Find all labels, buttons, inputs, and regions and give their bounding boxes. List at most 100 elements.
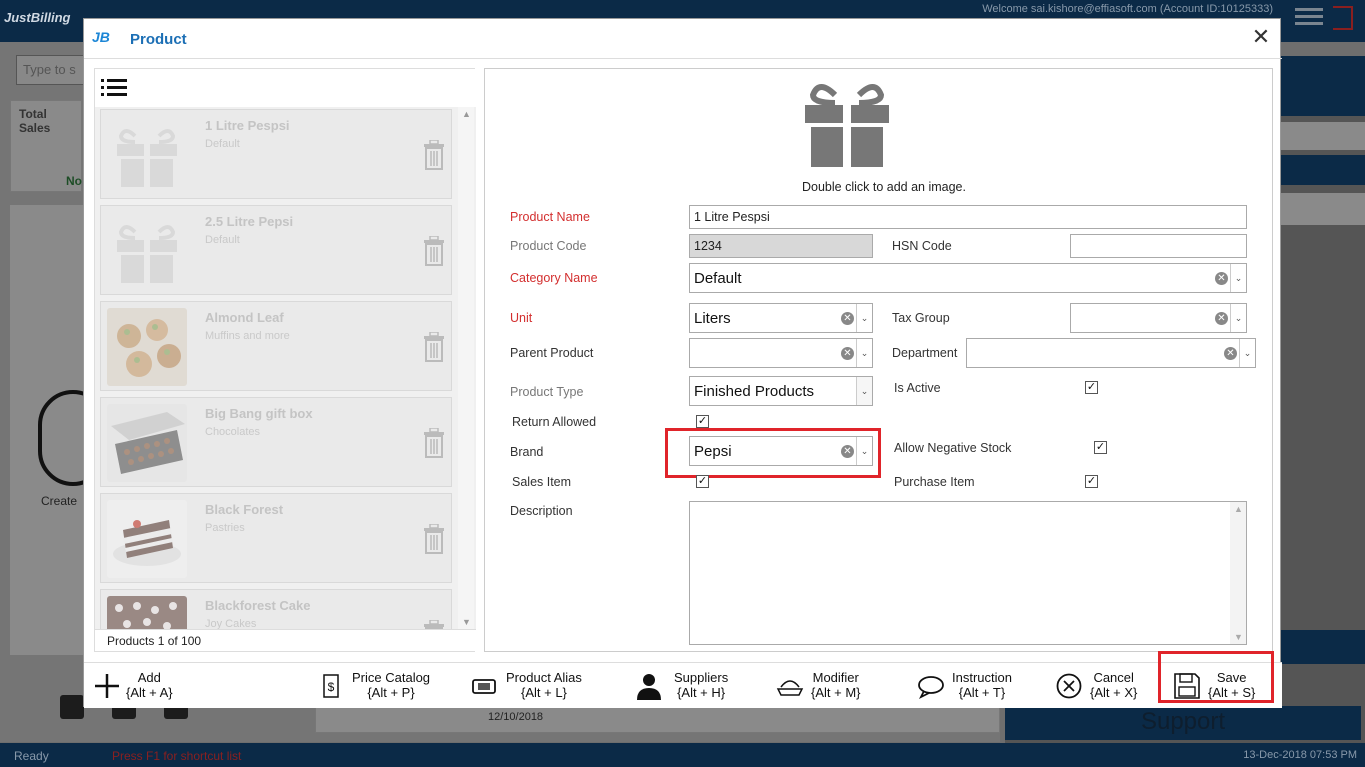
alias-tag-icon bbox=[472, 679, 496, 694]
purchase-item-label: Purchase Item bbox=[894, 475, 975, 489]
product-card[interactable]: 2.5 Litre Pepsi Default bbox=[100, 205, 452, 295]
price-catalog-label: Price Catalog bbox=[352, 670, 431, 685]
supplier-person-icon bbox=[637, 674, 661, 700]
right-panel-row bbox=[1272, 630, 1365, 664]
scroll-up-icon[interactable]: ▲ bbox=[1234, 504, 1243, 514]
clear-icon[interactable]: ✕ bbox=[841, 347, 854, 360]
description-textarea[interactable]: ▲ ▼ bbox=[689, 501, 1247, 645]
price-catalog-shortcut: {Alt + P} bbox=[367, 685, 415, 700]
close-icon[interactable]: ✕ bbox=[1250, 26, 1272, 49]
support-button[interactable]: Support bbox=[1005, 706, 1361, 740]
description-scrollbar[interactable]: ▲ ▼ bbox=[1230, 502, 1246, 644]
tax-group-label: Tax Group bbox=[892, 311, 950, 325]
return-allowed-label: Return Allowed bbox=[512, 415, 597, 429]
list-scrollbar[interactable]: ▲ ▼ bbox=[458, 107, 474, 629]
product-list[interactable]: 1 Litre Pespsi Default 2.5 Litre Pepsi D… bbox=[95, 107, 476, 629]
product-card[interactable]: Big Bang gift box Chocolates bbox=[100, 397, 452, 487]
add-label: Add bbox=[137, 670, 161, 685]
tax-group-select[interactable]: ✕ ⌄ bbox=[1070, 303, 1247, 333]
product-card[interactable]: Black Forest Pastries bbox=[100, 493, 452, 583]
product-category: Default bbox=[205, 138, 240, 150]
hamburger-menu-icon[interactable] bbox=[1295, 8, 1323, 28]
hsn-code-input[interactable] bbox=[1070, 234, 1247, 258]
product-type-value: Finished Products bbox=[694, 383, 815, 400]
gift-icon bbox=[107, 116, 187, 194]
gift-icon bbox=[107, 212, 187, 290]
exit-icon[interactable] bbox=[1333, 6, 1353, 30]
product-type-label: Product Type bbox=[510, 385, 584, 399]
product-name: 1 Litre Pespsi bbox=[205, 118, 290, 133]
product-name: Black Forest bbox=[205, 502, 284, 517]
chevron-down-icon[interactable]: ⌄ bbox=[1230, 304, 1246, 332]
scroll-down-icon[interactable]: ▼ bbox=[462, 617, 471, 627]
purchase-item-checkbox[interactable]: ✓ bbox=[1085, 475, 1098, 488]
department-select[interactable]: ✕ ⌄ bbox=[966, 338, 1256, 368]
add-shortcut: {Alt + A} bbox=[126, 685, 173, 700]
product-card[interactable]: 1 Litre Pespsi Default bbox=[100, 109, 452, 199]
search-input[interactable]: Type to s bbox=[16, 55, 86, 85]
right-panel-row bbox=[1272, 122, 1365, 150]
delete-icon[interactable] bbox=[423, 524, 445, 554]
total-sales-label: Total Sales bbox=[19, 107, 51, 135]
suppliers-button[interactable]: Suppliers {Alt + H} bbox=[634, 663, 734, 709]
product-category: Pastries bbox=[205, 522, 245, 534]
list-view-icon[interactable] bbox=[101, 79, 127, 99]
delete-icon[interactable] bbox=[423, 332, 445, 362]
scroll-down-icon[interactable]: ▼ bbox=[1234, 632, 1243, 642]
product-code-input[interactable]: 1234 bbox=[689, 234, 873, 258]
clear-icon[interactable]: ✕ bbox=[1215, 272, 1228, 285]
return-allowed-checkbox[interactable]: ✓ bbox=[696, 415, 709, 428]
cancel-label: Cancel bbox=[1093, 670, 1134, 685]
product-card[interactable]: Almond Leaf Muffins and more bbox=[100, 301, 452, 391]
status-shortcut-hint: Press F1 for shortcut list bbox=[112, 749, 242, 763]
delete-icon[interactable] bbox=[423, 620, 445, 629]
product-card[interactable]: Blackforest Cake Joy Cakes bbox=[100, 589, 452, 629]
welcome-text: Welcome sai.kishore@effiasoft.com (Accou… bbox=[982, 3, 1273, 15]
product-name-input[interactable]: 1 Litre Pespsi bbox=[689, 205, 1247, 229]
scroll-up-icon[interactable]: ▲ bbox=[462, 109, 471, 119]
chocolate-box-photo bbox=[107, 404, 187, 482]
right-panel-header bbox=[1272, 56, 1365, 116]
instruction-chat-icon bbox=[918, 676, 944, 700]
unit-select[interactable]: Liters ✕ ⌄ bbox=[689, 303, 873, 333]
brand-label: Brand bbox=[510, 445, 544, 459]
add-button[interactable]: Add {Alt + A} bbox=[92, 663, 202, 709]
instruction-button[interactable]: Instruction {Alt + T} bbox=[916, 663, 1036, 709]
delete-icon[interactable] bbox=[423, 428, 445, 458]
gift-image-icon[interactable] bbox=[805, 81, 889, 169]
product-type-select[interactable]: Finished Products ⌄ bbox=[689, 376, 873, 406]
product-count: Products 1 of 100 bbox=[107, 634, 202, 648]
unit-label: Unit bbox=[510, 311, 533, 325]
chevron-down-icon[interactable]: ⌄ bbox=[856, 304, 872, 332]
image-hint: Double click to add an image. bbox=[802, 180, 966, 194]
product-alias-shortcut: {Alt + L} bbox=[520, 685, 567, 700]
allow-negative-stock-label: Allow Negative Stock bbox=[894, 441, 1012, 455]
clear-icon[interactable]: ✕ bbox=[1224, 347, 1237, 360]
chevron-down-icon[interactable]: ⌄ bbox=[1239, 339, 1255, 367]
right-panel-row bbox=[1272, 155, 1365, 185]
save-highlight bbox=[1158, 651, 1274, 703]
product-alias-button[interactable]: Product Alias {Alt + L} bbox=[470, 663, 590, 709]
product-name: Blackforest Cake bbox=[205, 598, 311, 613]
delete-icon[interactable] bbox=[423, 140, 445, 170]
cancel-button[interactable]: Cancel {Alt + X} bbox=[1054, 663, 1154, 709]
product-name: Big Bang gift box bbox=[205, 406, 313, 421]
product-name: Almond Leaf bbox=[205, 310, 284, 325]
category-select[interactable]: Default ✕ ⌄ bbox=[689, 263, 1247, 293]
allow-negative-stock-checkbox[interactable]: ✓ bbox=[1094, 441, 1107, 454]
jb-logo-icon: JB bbox=[92, 29, 110, 45]
sales-item-checkbox[interactable]: ✓ bbox=[696, 475, 709, 488]
parent-product-select[interactable]: ✕ ⌄ bbox=[689, 338, 873, 368]
is-active-checkbox[interactable]: ✓ bbox=[1085, 381, 1098, 394]
price-catalog-button[interactable]: $ Price Catalog {Alt + P} bbox=[316, 663, 436, 709]
chevron-down-icon[interactable]: ⌄ bbox=[1230, 264, 1246, 292]
status-clock: 13-Dec-2018 07:53 PM bbox=[1243, 749, 1357, 761]
clear-icon[interactable]: ✕ bbox=[841, 312, 854, 325]
modifier-button[interactable]: Modifier {Alt + M} bbox=[775, 663, 875, 709]
chevron-down-icon[interactable]: ⌄ bbox=[856, 377, 872, 405]
clear-icon[interactable]: ✕ bbox=[1215, 312, 1228, 325]
user-icon[interactable] bbox=[60, 695, 84, 719]
no-label: No bbox=[66, 174, 82, 188]
chevron-down-icon[interactable]: ⌄ bbox=[856, 339, 872, 367]
delete-icon[interactable] bbox=[423, 236, 445, 266]
